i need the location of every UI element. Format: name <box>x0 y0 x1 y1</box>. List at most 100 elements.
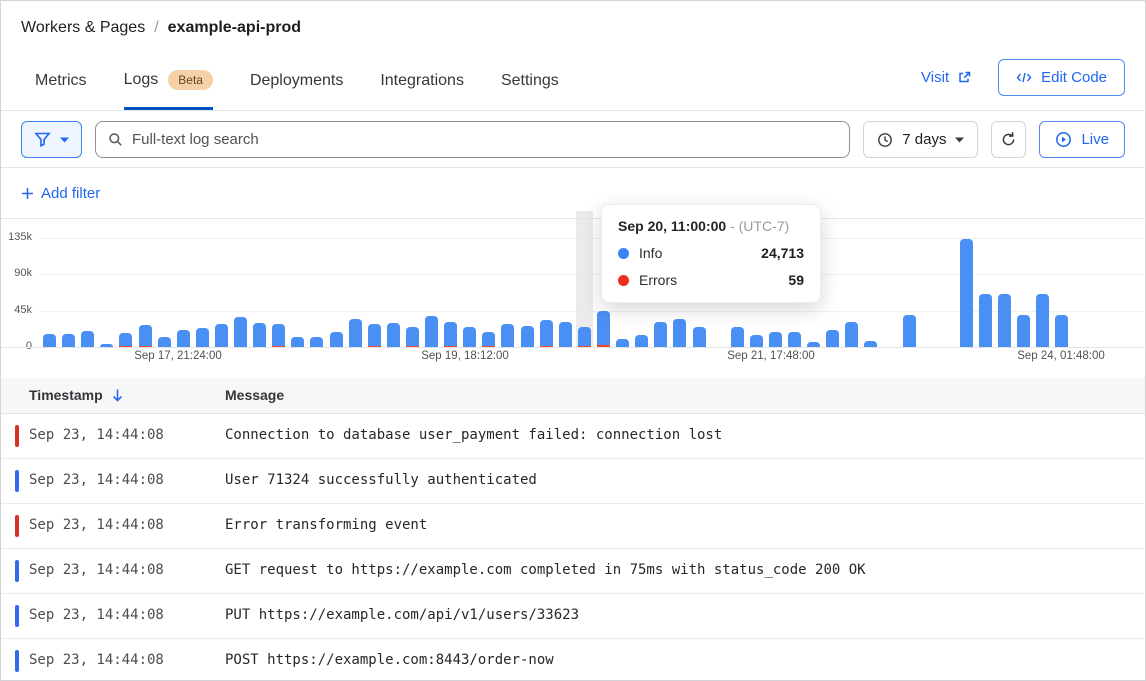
chart-bars[interactable] <box>39 220 1145 347</box>
chart-bar[interactable] <box>291 337 304 347</box>
chart-bar[interactable] <box>788 332 801 347</box>
x-tick-label: Sep 19, 18:12:00 <box>421 350 509 362</box>
severity-indicator-info <box>15 605 19 627</box>
log-timestamp: Sep 23, 14:44:08 <box>29 517 164 533</box>
chart-bar[interactable] <box>482 332 495 347</box>
log-message: GET request to https://example.com compl… <box>225 562 866 578</box>
log-row[interactable]: Sep 23, 14:44:08PUT https://example.com/… <box>1 594 1145 639</box>
chart-bar[interactable] <box>654 322 667 347</box>
tab-integrations[interactable]: Integrations <box>380 72 464 110</box>
chart-bar[interactable] <box>158 337 171 347</box>
chart-bar[interactable] <box>406 327 419 347</box>
chart-bar[interactable] <box>673 319 686 347</box>
log-volume-chart[interactable]: 135k90k45k0 Sep 17, 21:24:00Sep 19, 18:1… <box>1 220 1145 378</box>
filter-menu-button[interactable] <box>21 121 82 158</box>
tab-settings[interactable]: Settings <box>501 72 559 110</box>
chart-bar[interactable] <box>444 322 457 347</box>
chart-bar[interactable] <box>1036 294 1049 347</box>
tab-deployments[interactable]: Deployments <box>250 72 343 110</box>
live-button[interactable]: Live <box>1039 121 1125 158</box>
sort-descending-icon <box>111 388 124 402</box>
funnel-icon <box>34 131 51 148</box>
timestamp-column-header[interactable]: Timestamp <box>29 387 124 403</box>
breadcrumb-section[interactable]: Workers & Pages <box>21 19 145 37</box>
code-icon <box>1016 71 1032 84</box>
tooltip-timezone: - (UTC-7) <box>726 218 789 234</box>
chart-bar[interactable] <box>177 330 190 347</box>
breadcrumb: Workers & Pages / example-api-prod <box>21 19 301 37</box>
chart-bar[interactable] <box>43 334 56 347</box>
chart-bar[interactable] <box>62 334 75 347</box>
workers-logs-page: Workers & Pages / example-api-prod Metri… <box>0 0 1146 681</box>
chart-bar[interactable] <box>272 324 285 347</box>
chart-bar[interactable] <box>635 335 648 347</box>
chart-bar[interactable] <box>81 331 94 347</box>
refresh-button[interactable] <box>991 121 1026 158</box>
severity-indicator-info <box>15 650 19 672</box>
severity-indicator-error <box>15 425 19 447</box>
visit-label: Visit <box>921 69 949 86</box>
chart-bar[interactable] <box>501 324 514 347</box>
chart-bar[interactable] <box>578 327 591 347</box>
chart-bar[interactable] <box>616 339 629 347</box>
chart-bar[interactable] <box>693 327 706 347</box>
log-timestamp: Sep 23, 14:44:08 <box>29 652 164 668</box>
filter-toolbar: 7 days Live <box>1 112 1145 168</box>
tab-label: Deployments <box>250 72 343 90</box>
header-actions: Visit Edit Code <box>921 59 1125 96</box>
chart-bar[interactable] <box>845 322 858 347</box>
chart-bar[interactable] <box>349 319 362 347</box>
chart-bar[interactable] <box>998 294 1011 347</box>
chart-bar[interactable] <box>769 332 782 347</box>
log-row[interactable]: Sep 23, 14:44:08 User 71324 successfully … <box>1 459 1145 504</box>
x-tick-label: Sep 21, 17:48:00 <box>727 350 815 362</box>
add-filter-button[interactable]: Add filter <box>21 185 100 202</box>
time-range-button[interactable]: 7 days <box>863 121 978 158</box>
chart-bar[interactable] <box>253 323 266 347</box>
chart-bar[interactable] <box>425 316 438 347</box>
chart-bar[interactable] <box>826 330 839 347</box>
chart-bar[interactable] <box>979 294 992 347</box>
log-timestamp: Sep 23, 14:44:08 <box>29 607 164 623</box>
chart-bar[interactable] <box>330 332 343 347</box>
chart-bar[interactable] <box>731 327 744 347</box>
series-value: 59 <box>788 272 804 288</box>
log-search-box[interactable] <box>95 121 850 158</box>
chart-bar[interactable] <box>139 325 152 347</box>
chart-bar[interactable] <box>559 322 572 347</box>
chart-bar[interactable] <box>1055 315 1068 347</box>
log-row[interactable]: Sep 23, 14:44:08Error transforming event <box>1 504 1145 549</box>
chart-bar[interactable] <box>521 326 534 347</box>
chart-bar[interactable] <box>119 333 132 347</box>
chart-bar[interactable] <box>903 315 916 347</box>
series-label: Errors <box>639 272 677 288</box>
edit-code-button[interactable]: Edit Code <box>998 59 1125 96</box>
page-header: Workers & Pages / example-api-prod Metri… <box>1 1 1145 111</box>
series-color-dot <box>618 248 629 259</box>
visit-link[interactable]: Visit <box>921 69 972 86</box>
chart-bar[interactable] <box>750 335 763 347</box>
log-row[interactable]: Sep 23, 14:44:08POST https://example.com… <box>1 639 1145 680</box>
tab-bar: Metrics LogsBeta Deployments Integrations Se… <box>35 70 559 110</box>
log-row[interactable]: Sep 23, 14:44:08GET request to https://e… <box>1 549 1145 594</box>
chart-bar[interactable] <box>234 317 247 347</box>
tab-logs[interactable]: LogsBeta <box>124 70 213 110</box>
chart-bar[interactable] <box>310 337 323 347</box>
log-row[interactable]: Sep 23, 14:44:08Connection to database u… <box>1 414 1145 459</box>
chart-bar[interactable] <box>1017 315 1030 347</box>
chart-bar[interactable] <box>196 328 209 347</box>
tab-label: Logs <box>124 71 159 89</box>
chart-bar[interactable] <box>597 311 610 347</box>
log-search-input[interactable] <box>132 131 837 148</box>
chart-bar[interactable] <box>540 320 553 347</box>
tab-label: Metrics <box>35 72 87 90</box>
log-timestamp: Sep 23, 14:44:08 <box>29 472 164 488</box>
tooltip-series-row: Errors 59 <box>618 272 804 288</box>
chart-bar[interactable] <box>368 324 381 347</box>
chart-bar[interactable] <box>960 239 973 347</box>
log-message: User 71324 successfully authenticated <box>225 472 537 488</box>
tab-metrics[interactable]: Metrics <box>35 72 87 110</box>
chart-bar[interactable] <box>387 323 400 347</box>
chart-bar[interactable] <box>463 327 476 347</box>
chart-bar[interactable] <box>215 324 228 347</box>
